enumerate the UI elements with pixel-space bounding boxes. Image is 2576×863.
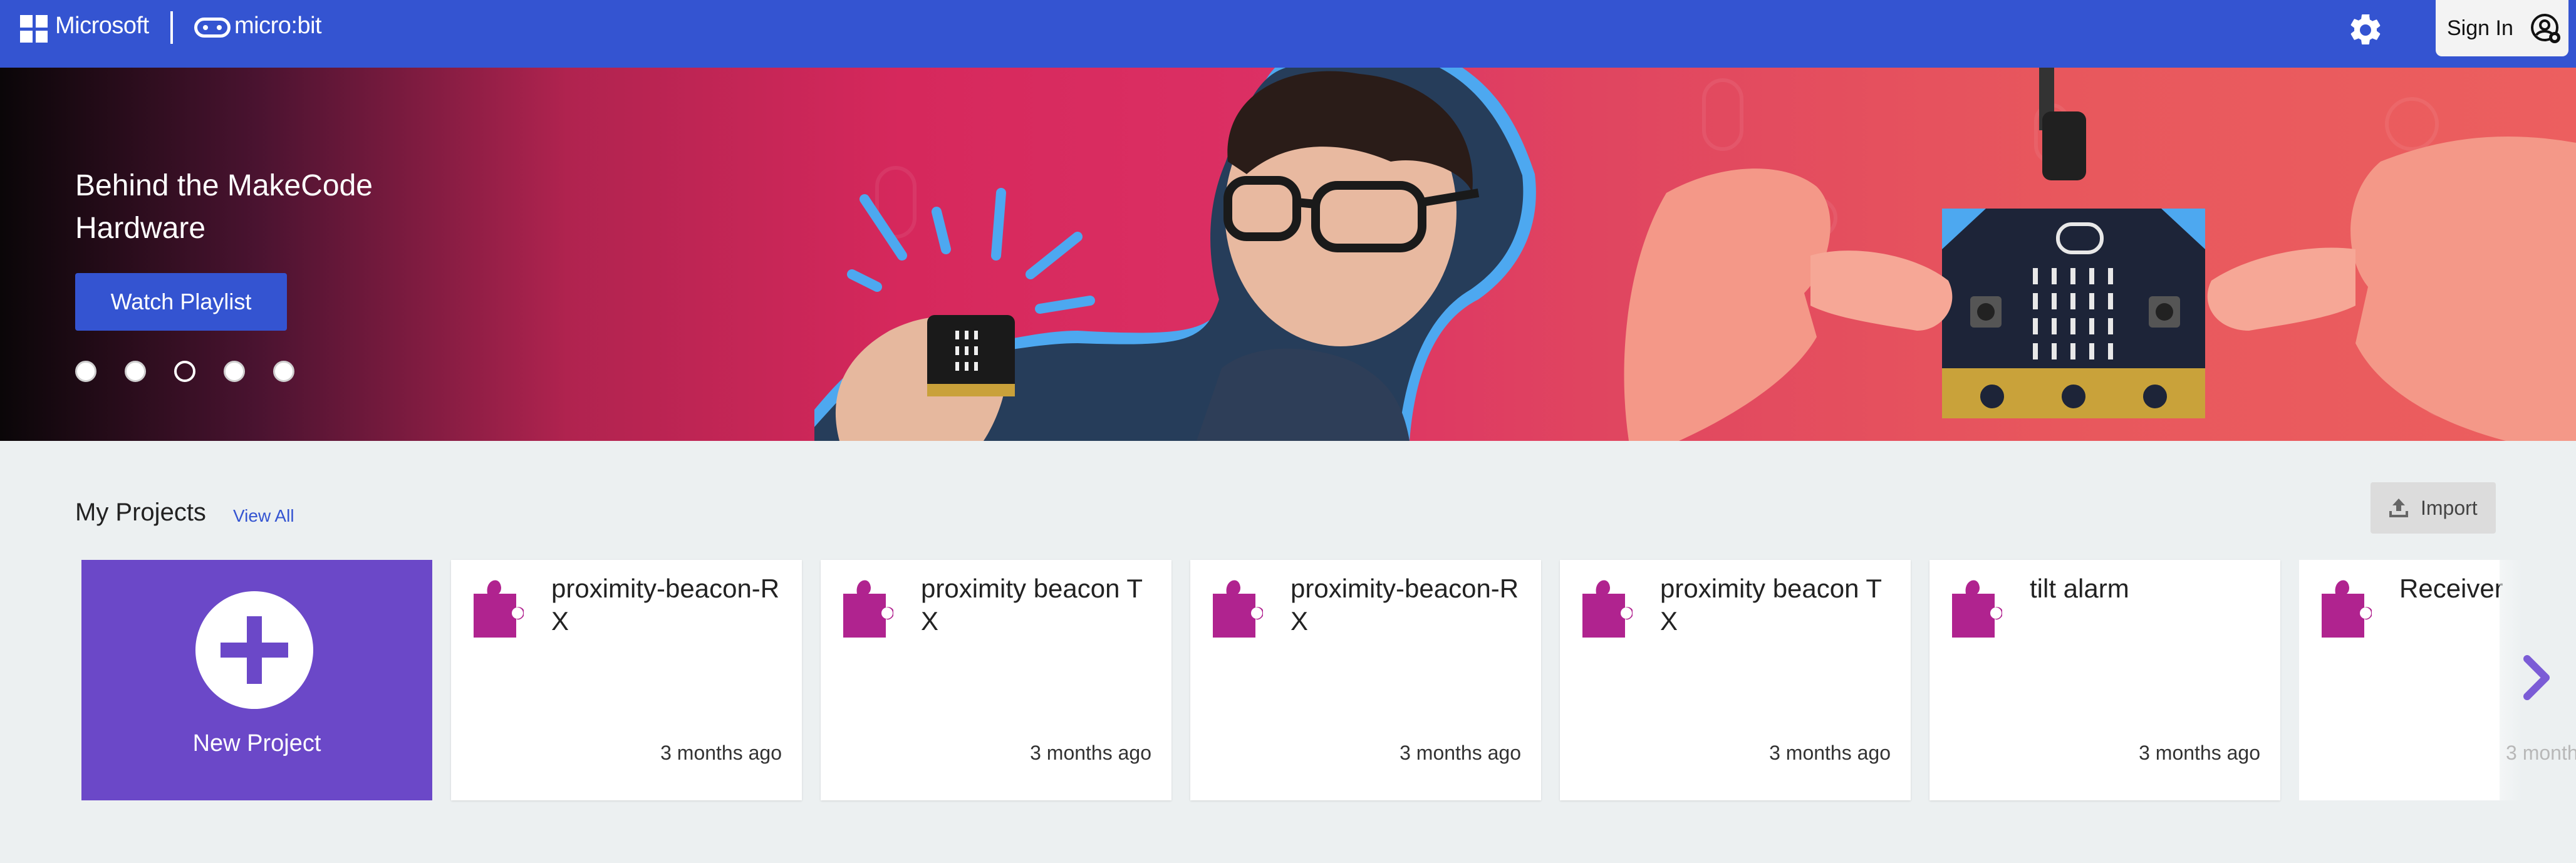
user-circle-icon [2531, 14, 2560, 43]
puzzle-icon [1952, 580, 2002, 638]
puzzle-icon [1582, 580, 1633, 638]
carousel-dot-5[interactable] [273, 361, 294, 382]
project-time: 3 months ago [660, 742, 782, 764]
top-bar: Microsoft micro:bit Sign In [0, 0, 2576, 68]
watch-playlist-button[interactable]: Watch Playlist [75, 273, 287, 331]
new-project-label: New Project [192, 730, 321, 757]
puzzle-icon [843, 580, 893, 638]
project-card[interactable]: proximity-beacon-RX 3 months ago [451, 560, 802, 800]
project-name: proximity-beacon-RX [1291, 574, 1519, 636]
sign-in-button[interactable]: Sign In [2436, 0, 2568, 56]
import-label: Import [2421, 496, 2478, 519]
microbit-label[interactable]: micro:bit [234, 13, 322, 39]
project-name: proximity beacon TX [1660, 574, 1883, 636]
hero-banner: Behind the MakeCode Hardware Watch Playl… [0, 68, 2576, 441]
project-time: 3 months ago [1769, 742, 1891, 764]
project-name: proximity beacon TX [921, 574, 1143, 636]
carousel-dot-3[interactable] [174, 361, 195, 382]
view-all-link[interactable]: View All [233, 506, 294, 526]
chevron-right-icon[interactable] [2518, 654, 2556, 701]
carousel-dot-4[interactable] [224, 361, 245, 382]
project-card[interactable]: proximity-beacon-RX 3 months ago [1190, 560, 1541, 800]
puzzle-icon [2322, 580, 2372, 638]
project-card[interactable]: proximity beacon TX 3 months ago [821, 560, 1171, 800]
project-card[interactable]: proximity beacon TX 3 months ago [1560, 560, 1911, 800]
gear-icon[interactable] [2347, 11, 2384, 49]
project-time: 3 months ago [1030, 742, 1151, 764]
carousel-dot-1[interactable] [75, 361, 96, 382]
microbit-logo-icon [194, 18, 231, 38]
hero-title: Behind the MakeCode Hardware [75, 169, 373, 245]
plus-icon [195, 591, 313, 709]
project-name: tilt alarm [2030, 574, 2129, 603]
project-name: proximity-beacon-RX [551, 574, 780, 636]
project-time-partial: 3 month [2506, 742, 2576, 764]
microsoft-label: Microsoft [55, 13, 149, 39]
brand-divider [170, 11, 173, 44]
project-time: 3 months ago [1400, 742, 1521, 764]
upload-icon [2389, 499, 2408, 517]
new-project-card[interactable]: New Project [81, 560, 432, 800]
carousel-dot-2[interactable] [125, 361, 146, 382]
import-button[interactable]: Import [2371, 482, 2496, 534]
my-projects-heading: My Projects [75, 499, 206, 526]
project-card[interactable]: tilt alarm 3 months ago [1929, 560, 2280, 800]
project-time: 3 months ago [2139, 742, 2260, 764]
puzzle-icon [474, 580, 524, 638]
microsoft-logo-icon [20, 15, 48, 43]
sign-in-label: Sign In [2447, 16, 2513, 40]
hero-illustration [814, 68, 2576, 441]
puzzle-icon [1213, 580, 1263, 638]
